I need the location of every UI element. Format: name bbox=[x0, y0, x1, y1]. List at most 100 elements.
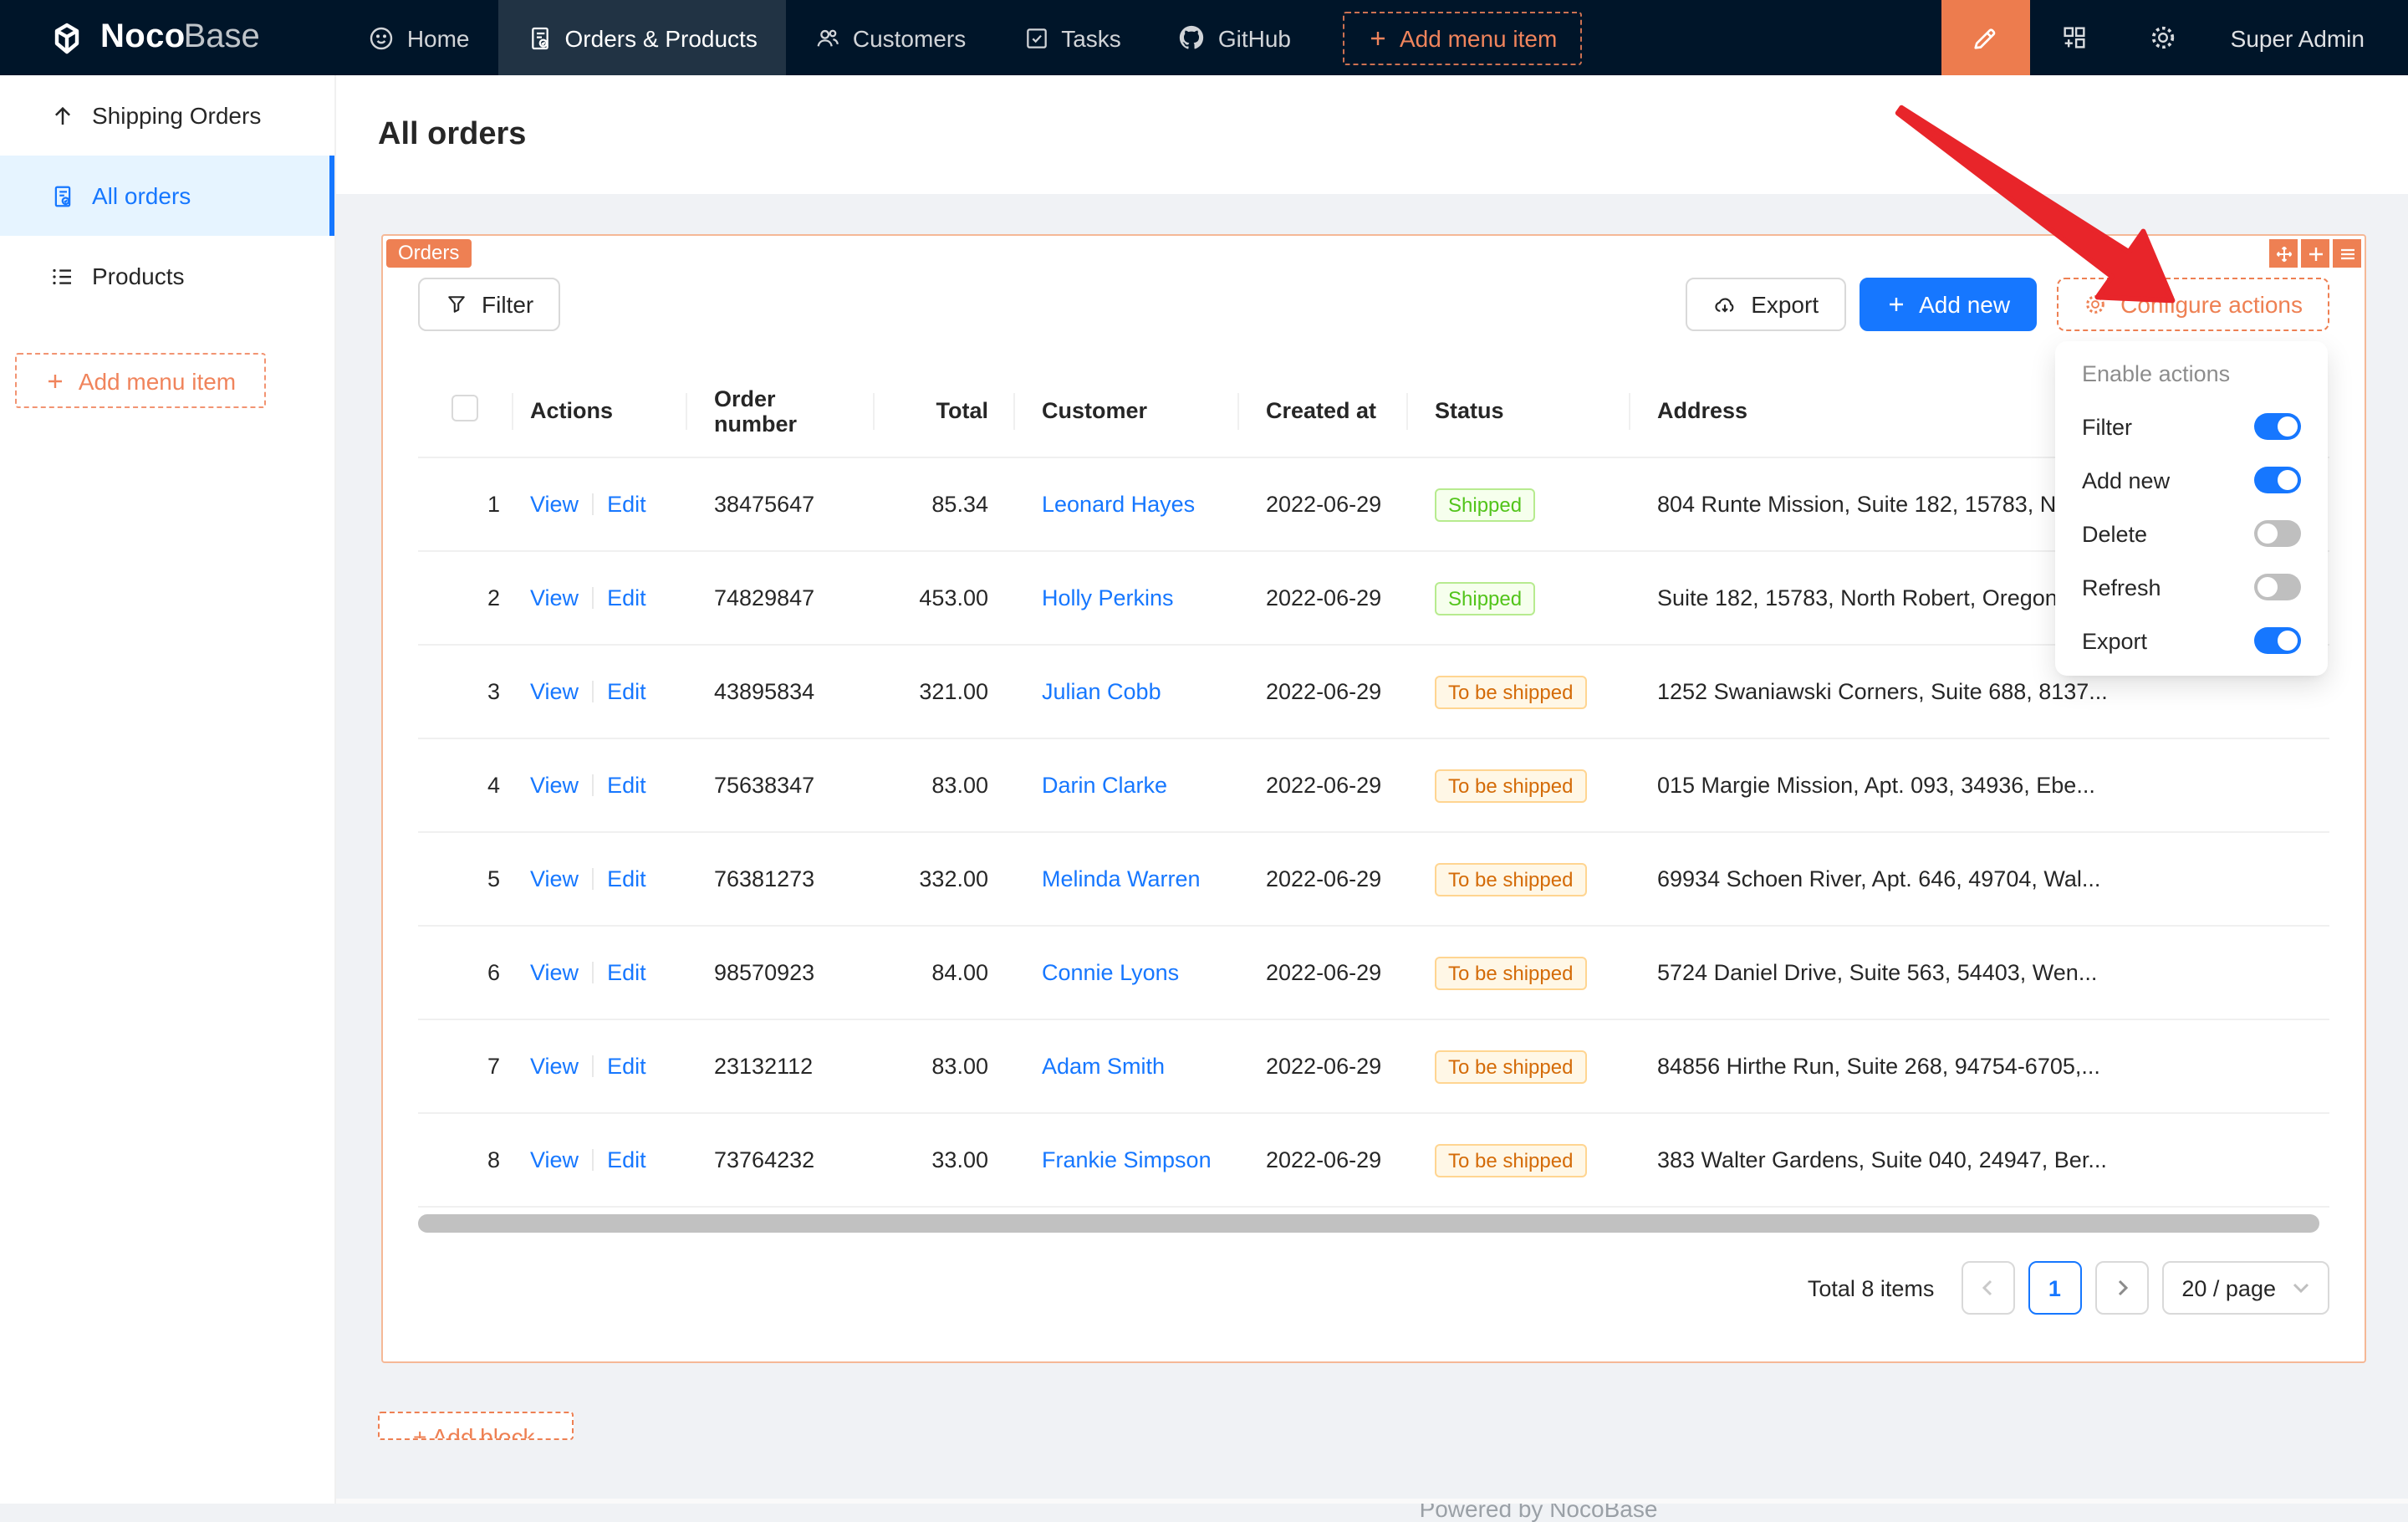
filter-toggle[interactable] bbox=[2254, 413, 2301, 440]
nav-add-menu-item-button[interactable]: Add menu item bbox=[1343, 11, 1582, 64]
drag-handle-icon[interactable] bbox=[2269, 239, 2298, 268]
view-link[interactable]: View bbox=[530, 1054, 579, 1079]
status-badge: To be shipped bbox=[1435, 956, 1586, 989]
customer-link[interactable]: Darin Clarke bbox=[1042, 773, 1167, 798]
window-bottom-edge bbox=[0, 1499, 2408, 1504]
edit-link[interactable]: Edit bbox=[607, 1054, 646, 1079]
export-button[interactable]: Export bbox=[1686, 278, 1845, 331]
edit-link[interactable]: Edit bbox=[607, 773, 646, 798]
nav-item-tasks[interactable]: Tasks bbox=[994, 0, 1150, 75]
edit-link[interactable]: Edit bbox=[607, 679, 646, 704]
chevron-right-icon bbox=[2113, 1279, 2130, 1296]
add-new-button[interactable]: Add new bbox=[1859, 278, 2037, 331]
cell-order-number: 74829847 bbox=[687, 551, 875, 645]
blocks-add-icon bbox=[2060, 23, 2089, 52]
menu-item-refresh[interactable]: Refresh bbox=[2055, 560, 2328, 614]
github-icon bbox=[1178, 23, 1207, 52]
funnel-icon bbox=[445, 293, 468, 316]
add-block-icon[interactable] bbox=[2301, 239, 2329, 268]
user-menu[interactable]: Super Admin bbox=[2207, 24, 2408, 51]
edit-link[interactable]: Edit bbox=[607, 585, 646, 610]
block-menu-icon[interactable] bbox=[2333, 239, 2361, 268]
row-index: 1 bbox=[418, 457, 513, 551]
view-link[interactable]: View bbox=[530, 960, 579, 985]
customer-link[interactable]: Holly Perkins bbox=[1042, 585, 1174, 610]
view-link[interactable]: View bbox=[530, 866, 579, 891]
cell-order-number: 75638347 bbox=[687, 738, 875, 832]
customer-link[interactable]: Melinda Warren bbox=[1042, 866, 1201, 891]
table-row: 5 ViewEdit 76381273 332.00 Melinda Warre… bbox=[418, 832, 2329, 926]
page-size-select[interactable]: 20 / page bbox=[2161, 1261, 2329, 1315]
sidebar: Shipping Orders All orders Products Add … bbox=[0, 75, 336, 1504]
arrow-up-icon bbox=[50, 103, 75, 128]
file-done-icon bbox=[50, 183, 75, 208]
select-all-checkbox[interactable] bbox=[452, 395, 478, 421]
status-badge: To be shipped bbox=[1435, 1143, 1586, 1177]
nav-item-github[interactable]: GitHub bbox=[1150, 0, 1319, 75]
sidebar-item-label: Shipping Orders bbox=[92, 102, 261, 129]
sidebar-item-products[interactable]: Products bbox=[0, 236, 334, 316]
cell-created-at: 2022-06-29 bbox=[1239, 457, 1408, 551]
sidebar-item-all-orders[interactable]: All orders bbox=[0, 156, 334, 236]
configure-actions-menu: Enable actions Filter Add new Delete Ref… bbox=[2055, 341, 2328, 676]
view-link[interactable]: View bbox=[530, 492, 579, 517]
cell-total: 84.00 bbox=[875, 926, 1015, 1019]
filter-button[interactable]: Filter bbox=[418, 278, 560, 331]
block-collection-tag: Orders bbox=[386, 239, 471, 268]
customer-link[interactable]: Frankie Simpson bbox=[1042, 1147, 1212, 1172]
edit-link[interactable]: Edit bbox=[607, 492, 646, 517]
menu-item-label: Export bbox=[2082, 628, 2147, 653]
table-row: 6 ViewEdit 98570923 84.00 Connie Lyons 2… bbox=[418, 926, 2329, 1019]
export-toggle[interactable] bbox=[2254, 627, 2301, 654]
menu-group-title: Enable actions bbox=[2055, 350, 2328, 400]
table-row: 1 ViewEdit 38475647 85.34 Leonard Hayes … bbox=[418, 457, 2329, 551]
add-new-toggle[interactable] bbox=[2254, 467, 2301, 493]
plus-icon bbox=[1368, 28, 1388, 48]
check-square-icon bbox=[1023, 24, 1049, 51]
nav-item-label: Home bbox=[407, 24, 470, 51]
view-link[interactable]: View bbox=[530, 1147, 579, 1172]
view-link[interactable]: View bbox=[530, 679, 579, 704]
nocobase-logo[interactable]: NocoBase bbox=[0, 18, 293, 58]
refresh-toggle[interactable] bbox=[2254, 574, 2301, 600]
add-block-button[interactable]: + Add block bbox=[378, 1412, 574, 1440]
ui-editor-button[interactable] bbox=[1941, 0, 2030, 75]
customer-link[interactable]: Connie Lyons bbox=[1042, 960, 1179, 985]
next-page-button[interactable] bbox=[2094, 1261, 2148, 1315]
menu-item-label: Refresh bbox=[2082, 575, 2161, 600]
previous-page-button[interactable] bbox=[1961, 1261, 2014, 1315]
page-title: All orders bbox=[378, 116, 526, 153]
row-index: 4 bbox=[418, 738, 513, 832]
edit-link[interactable]: Edit bbox=[607, 866, 646, 891]
delete-toggle[interactable] bbox=[2254, 520, 2301, 547]
customer-link[interactable]: Leonard Hayes bbox=[1042, 492, 1195, 517]
sidebar-add-menu-item-button[interactable]: Add menu item bbox=[15, 353, 266, 408]
horizontal-scrollbar[interactable] bbox=[418, 1214, 2319, 1233]
edit-link[interactable]: Edit bbox=[607, 960, 646, 985]
sidebar-item-label: All orders bbox=[92, 182, 191, 209]
nav-item-home[interactable]: Home bbox=[340, 0, 498, 75]
configure-actions-button[interactable]: Configure actions bbox=[2057, 278, 2329, 331]
view-link[interactable]: View bbox=[530, 585, 579, 610]
main-menu: Home Orders & Products Customers Tasks G… bbox=[340, 0, 1583, 75]
menu-item-export[interactable]: Export bbox=[2055, 614, 2328, 667]
menu-item-delete[interactable]: Delete bbox=[2055, 507, 2328, 560]
cell-order-number: 73764232 bbox=[687, 1113, 875, 1207]
plugins-button[interactable] bbox=[2030, 0, 2119, 75]
edit-link[interactable]: Edit bbox=[607, 1147, 646, 1172]
customer-link[interactable]: Julian Cobb bbox=[1042, 679, 1161, 704]
plus-icon bbox=[1885, 294, 1905, 314]
page-number-1[interactable]: 1 bbox=[2028, 1261, 2081, 1315]
nav-item-orders-products[interactable]: Orders & Products bbox=[498, 0, 786, 75]
settings-button[interactable] bbox=[2119, 0, 2207, 75]
nav-item-customers[interactable]: Customers bbox=[786, 0, 994, 75]
customer-link[interactable]: Adam Smith bbox=[1042, 1054, 1165, 1079]
table-row: 4 ViewEdit 75638347 83.00 Darin Clarke 2… bbox=[418, 738, 2329, 832]
filter-label: Filter bbox=[482, 291, 533, 318]
page-size-value: 20 / page bbox=[2181, 1275, 2276, 1300]
view-link[interactable]: View bbox=[530, 773, 579, 798]
menu-item-add-new[interactable]: Add new bbox=[2055, 453, 2328, 507]
menu-item-filter[interactable]: Filter bbox=[2055, 400, 2328, 453]
status-badge: To be shipped bbox=[1435, 862, 1586, 896]
sidebar-item-shipping-orders[interactable]: Shipping Orders bbox=[0, 75, 334, 156]
